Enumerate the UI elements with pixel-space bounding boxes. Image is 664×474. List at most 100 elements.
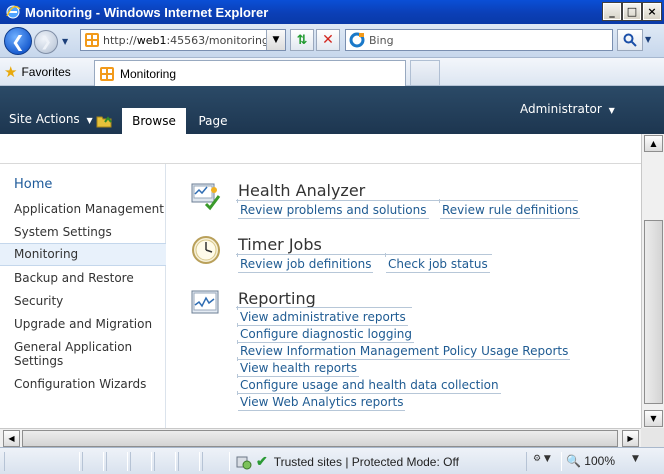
- arrow-right-icon: ❯: [40, 34, 52, 50]
- url-rest: :45563/monitoring.: [166, 33, 273, 47]
- status-cell: [154, 452, 176, 471]
- quick-launch-nav: Home Application Management System Setti…: [0, 164, 166, 428]
- minimize-button[interactable]: _: [602, 2, 622, 21]
- url-host: web1: [136, 33, 167, 47]
- nav-general-application-line2: Settings: [14, 354, 64, 368]
- page-header-strip: [0, 134, 641, 164]
- status-cell: [4, 452, 80, 471]
- health-analyzer-icon: [191, 183, 221, 211]
- link-review-rule-definitions[interactable]: Review rule definitions: [438, 199, 581, 219]
- vertical-scrollbar[interactable]: ▲ ▼: [641, 134, 664, 428]
- sharepoint-page-icon: [85, 33, 99, 47]
- search-options-dropdown-icon[interactable]: ▼: [645, 35, 651, 44]
- scroll-down-button[interactable]: ▼: [644, 410, 663, 427]
- nav-monitoring[interactable]: Monitoring: [0, 243, 166, 266]
- status-cell: [202, 452, 230, 471]
- link-view-administrative-reports[interactable]: View administrative reports: [237, 306, 408, 326]
- zoom-dropdown-icon[interactable]: ▼: [632, 454, 639, 464]
- zoom-icon: 🔍: [566, 454, 581, 468]
- maximize-button[interactable]: □: [622, 2, 642, 21]
- reporting-heading: Reporting: [238, 289, 316, 308]
- tab-title: Monitoring: [120, 66, 177, 81]
- refresh-icon: ⇅: [296, 32, 308, 48]
- tab-page[interactable]: Page: [190, 108, 236, 134]
- nav-general-application-line1: General Application: [14, 340, 133, 354]
- link-row-divider: [236, 200, 578, 201]
- address-input[interactable]: http://web1:45563/monitoring.: [80, 29, 286, 51]
- link-review-problems-and-solutions[interactable]: Review problems and solutions: [237, 199, 429, 219]
- history-dropdown-icon[interactable]: ▼: [62, 37, 68, 46]
- chevron-down-icon: ▼: [86, 116, 93, 125]
- link-view-web-analytics-reports[interactable]: View Web Analytics reports: [236, 391, 406, 411]
- scroll-right-button[interactable]: ▶: [622, 430, 639, 447]
- triangle-down-icon: ▼: [650, 414, 657, 423]
- horizontal-scrollbar[interactable]: ◀ ▶: [0, 428, 641, 447]
- link-row-divider: [236, 307, 412, 308]
- security-zone-icon: [236, 456, 252, 469]
- nav-general-application-settings[interactable]: General Application Settings: [0, 340, 166, 368]
- address-toolbar: ❮ ❯ ▼ http://web1:45563/monitoring. ▼ ⇅ …: [0, 24, 664, 58]
- chevron-down-icon: ▼: [272, 35, 280, 45]
- site-actions-menu[interactable]: Site Actions ▼: [9, 112, 93, 126]
- window-title-bar[interactable]: Monitoring - Windows Internet Explorer _…: [0, 0, 664, 24]
- nav-upgrade-and-migration[interactable]: Upgrade and Migration: [0, 317, 166, 331]
- new-tab-button[interactable]: [410, 60, 440, 86]
- back-button[interactable]: ❮: [4, 27, 32, 55]
- refresh-button[interactable]: ⇅: [290, 29, 314, 51]
- nav-configuration-wizards[interactable]: Configuration Wizards: [0, 377, 166, 391]
- zoom-control[interactable]: 🔍 100%: [566, 454, 615, 468]
- favorites-bar: ★ Favorites Monitoring: [0, 58, 664, 86]
- sharepoint-ribbon: Site Actions ▼ Browse Page Administrator…: [0, 86, 664, 134]
- link-configure-diagnostic-logging[interactable]: Configure diagnostic logging: [236, 323, 415, 343]
- forward-button[interactable]: ❯: [34, 30, 58, 54]
- site-actions-label: Site Actions: [9, 112, 80, 126]
- magnifier-icon: [623, 33, 637, 47]
- scroll-up-button[interactable]: ▲: [644, 135, 663, 152]
- link-check-job-status[interactable]: Check job status: [385, 253, 490, 273]
- status-bar: ✔ Trusted sites | Protected Mode: Off ⚙ …: [0, 447, 664, 474]
- vertical-scroll-thumb[interactable]: [644, 220, 663, 404]
- close-button[interactable]: ×: [642, 2, 662, 21]
- stop-button[interactable]: ✕: [316, 29, 340, 51]
- star-icon: ★: [4, 64, 18, 81]
- link-configure-usage-and-health-data-collection[interactable]: Configure usage and health data collecti…: [237, 374, 501, 394]
- zone-text: Trusted sites | Protected Mode: Off: [273, 454, 459, 469]
- link-row-divider: [236, 254, 492, 255]
- navigate-up-folder-icon[interactable]: [96, 112, 112, 128]
- status-cell: [82, 452, 104, 471]
- zoom-level: 100%: [584, 454, 615, 468]
- tab-browse[interactable]: Browse: [122, 108, 186, 134]
- triangle-up-icon: ▲: [650, 139, 657, 148]
- nav-system-settings[interactable]: System Settings: [0, 225, 166, 239]
- address-dropdown-button[interactable]: ▼: [266, 30, 285, 50]
- favorites-button[interactable]: ★ Favorites: [4, 62, 71, 82]
- scrollbar-corner: [641, 428, 664, 447]
- arrow-left-icon: ❮: [11, 31, 25, 51]
- nav-home[interactable]: Home: [0, 178, 166, 192]
- nav-application-management[interactable]: Application Management: [0, 202, 166, 216]
- nav-backup-and-restore[interactable]: Backup and Restore: [0, 271, 166, 285]
- chevron-down-icon: ▼: [608, 106, 615, 115]
- timer-jobs-heading: Timer Jobs: [238, 235, 322, 254]
- status-cell: [178, 452, 200, 471]
- search-input[interactable]: Bing: [345, 29, 613, 51]
- tab-monitoring[interactable]: Monitoring: [94, 60, 406, 86]
- stop-x-icon: ✕: [322, 32, 334, 48]
- nav-security[interactable]: Security: [0, 294, 166, 308]
- window-title: Monitoring - Windows Internet Explorer: [25, 4, 269, 20]
- user-name: Administrator: [520, 102, 602, 116]
- search-button[interactable]: [617, 29, 643, 51]
- search-placeholder: Bing: [369, 33, 394, 47]
- protected-mode-icon[interactable]: ⚙ ▼: [533, 454, 551, 464]
- scroll-left-button[interactable]: ◀: [3, 430, 20, 447]
- security-zone[interactable]: ✔ Trusted sites | Protected Mode: Off: [236, 453, 459, 470]
- link-review-job-definitions[interactable]: Review job definitions: [236, 253, 374, 273]
- user-menu[interactable]: Administrator ▼: [520, 102, 615, 116]
- link-review-information-management-policy-usage-reports[interactable]: Review Information Management Policy Usa…: [236, 340, 571, 360]
- bing-icon: [349, 32, 365, 48]
- timer-clock-icon: [192, 236, 220, 264]
- status-cell: [106, 452, 128, 471]
- url-prefix: http://: [103, 33, 137, 47]
- horizontal-scroll-thumb[interactable]: [22, 430, 618, 447]
- link-view-health-reports[interactable]: View health reports: [237, 357, 359, 377]
